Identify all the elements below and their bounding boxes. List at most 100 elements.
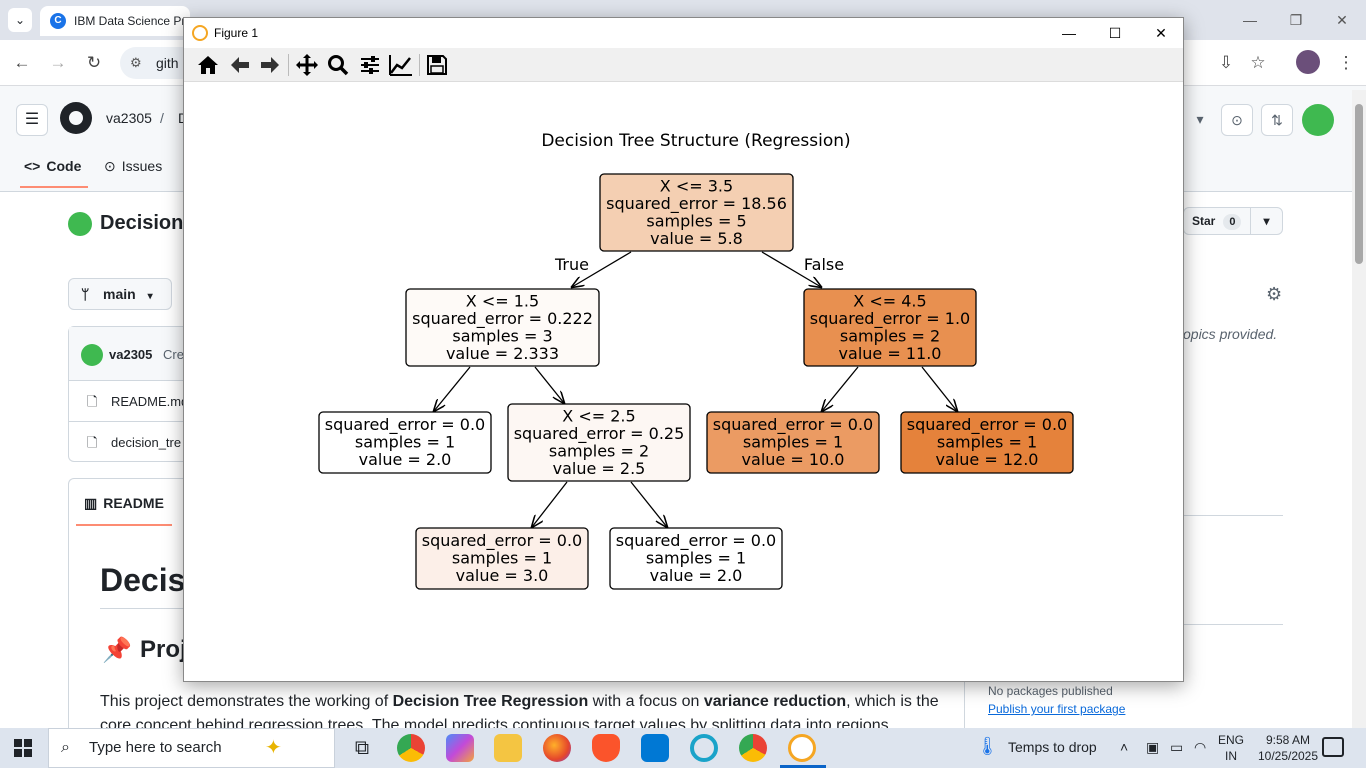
branch-selector[interactable]: ᛘ main ▾	[68, 278, 172, 310]
star-button[interactable]: Star 0 ▾	[1183, 207, 1283, 235]
figure-titlebar[interactable]: Figure 1 — ☐ ✕	[184, 18, 1183, 48]
tab-issues[interactable]: ⊙ Issues	[104, 158, 162, 175]
browser-minimize-icon[interactable]: —	[1240, 10, 1260, 30]
commit-message[interactable]: Cre	[163, 347, 184, 362]
back-arrow-icon[interactable]	[226, 52, 254, 78]
tree-node-line: value = 12.0	[936, 450, 1039, 469]
tree-edge	[434, 366, 471, 411]
readme-tab[interactable]: ▥ README	[84, 495, 164, 512]
matplotlib-app-icon[interactable]	[788, 734, 816, 762]
tree-node-right: X <= 4.5squared_error = 1.0samples = 2va…	[803, 288, 977, 367]
weather-thermometer-icon: 🌡	[976, 736, 999, 756]
zoom-icon[interactable]	[324, 52, 352, 78]
issues-circle-icon[interactable]: ⊙	[1221, 104, 1253, 136]
configure-subplots-icon[interactable]	[356, 52, 384, 78]
tree-node-line: value = 2.333	[446, 344, 559, 363]
vscode-icon[interactable]	[641, 734, 669, 762]
tree-node-line: samples = 1	[743, 433, 843, 452]
taskbar-clock[interactable]: 9:58 AM 10/25/2025	[1250, 732, 1326, 764]
browser-back-icon[interactable]: ←	[10, 51, 34, 75]
figure-maximize-icon[interactable]: ☐	[1092, 22, 1138, 44]
tray-chevron-icon[interactable]: ˄	[1120, 739, 1128, 755]
input-language[interactable]: ENG IN	[1218, 732, 1244, 764]
dropdown-caret-icon[interactable]: ▾	[1186, 104, 1214, 136]
chrome-profile-icon[interactable]	[739, 734, 767, 762]
forward-arrow-icon[interactable]	[256, 52, 284, 78]
file-explorer-icon[interactable]	[494, 734, 522, 762]
tree-node-line: value = 5.8	[650, 229, 743, 248]
readme-tab-indicator	[76, 524, 172, 526]
readme-text-part: with a focus on	[588, 693, 704, 710]
browser-close-icon[interactable]: ✕	[1332, 10, 1352, 30]
save-icon[interactable]	[423, 52, 451, 78]
repo-owner-avatar	[68, 212, 92, 236]
commit-author[interactable]: va2305	[109, 347, 152, 362]
site-info-icon[interactable]: ⚙	[130, 47, 142, 79]
readme-heading: Decisi	[100, 562, 195, 598]
tray-device-icon[interactable]: ▣	[1146, 739, 1159, 756]
file-readme-link[interactable]: README.md	[111, 394, 188, 409]
pan-icon[interactable]	[293, 52, 321, 78]
weather-text[interactable]: Temps to drop	[1008, 739, 1097, 755]
tree-node-line: X <= 3.5	[660, 176, 733, 195]
wifi-icon[interactable]: ◠	[1194, 739, 1206, 756]
tab-search-chevron-icon[interactable]: ⌄	[8, 8, 32, 32]
pull-requests-icon[interactable]: ⇅	[1261, 104, 1293, 136]
scrollbar-thumb[interactable]	[1355, 104, 1363, 264]
settings-gear-icon[interactable]: ⚙	[1266, 284, 1282, 305]
about-description: opics provided.	[1183, 326, 1278, 342]
install-app-icon[interactable]: ⇩	[1214, 51, 1238, 75]
file-script-link[interactable]: decision_tre	[111, 435, 181, 450]
search-icon: ⌕	[61, 739, 70, 756]
file-browser: va2305 Cre 🗋 README.md 🗋 decision_tre	[68, 326, 199, 462]
browser-reload-icon[interactable]: ↻	[82, 51, 106, 75]
edge-label-true: True	[554, 255, 589, 274]
browser-menu-icon[interactable]: ⋮	[1334, 51, 1358, 75]
profile-avatar[interactable]	[1296, 50, 1320, 74]
tree-node-ll: squared_error = 0.0samples = 1value = 2.…	[318, 411, 492, 474]
taskbar-search-box[interactable]: ⌕ Type here to search ✦	[48, 728, 335, 768]
tree-node-line: samples = 1	[646, 549, 746, 568]
notification-center-icon[interactable]	[1322, 737, 1344, 757]
tree-node-line: X <= 4.5	[853, 291, 926, 310]
tree-node-line: X <= 2.5	[562, 406, 635, 425]
task-view-icon[interactable]: ⧉	[348, 734, 376, 762]
publish-package-link[interactable]: Publish your first package	[988, 702, 1125, 716]
tab-code[interactable]: <> Code	[24, 158, 81, 174]
star-dropdown-icon[interactable]: ▾	[1250, 208, 1282, 234]
issues-icon: ⊙	[104, 158, 116, 174]
browser-forward-icon[interactable]: →	[46, 51, 70, 75]
tree-node-line: samples = 2	[549, 441, 649, 460]
edge-icon[interactable]	[690, 734, 718, 762]
book-icon: ▥	[84, 495, 98, 511]
github-logo-icon[interactable]	[60, 102, 92, 134]
battery-icon[interactable]: ▭	[1170, 739, 1183, 756]
brave-icon[interactable]	[592, 734, 620, 762]
edit-axis-icon[interactable]	[387, 52, 415, 78]
packages-text: No packages published	[988, 684, 1113, 698]
bookmark-star-icon[interactable]: ☆	[1246, 51, 1270, 75]
figure-title: Figure 1	[214, 26, 259, 40]
browser-tab-active[interactable]: C IBM Data Science Pro	[40, 6, 190, 36]
tree-edge	[921, 366, 957, 411]
windows-start-icon[interactable]	[14, 739, 32, 757]
repo-title[interactable]: DecisionT	[100, 212, 196, 235]
repo-owner-link[interactable]: va2305	[106, 110, 152, 126]
figure-canvas[interactable]: Decision Tree Structure (Regression) Tru…	[184, 82, 1183, 681]
copilot-icon[interactable]	[446, 734, 474, 762]
browser-restore-icon[interactable]: ❐	[1286, 10, 1306, 30]
page-scrollbar[interactable]	[1352, 90, 1366, 728]
file-icon: 🗋	[87, 394, 98, 409]
tree-node-line: samples = 1	[452, 549, 552, 568]
readme-bold-text: Decision Tree Regression	[392, 693, 589, 710]
hamburger-menu-icon[interactable]: ☰	[16, 104, 48, 136]
figure-close-icon[interactable]: ✕	[1138, 22, 1184, 44]
user-avatar[interactable]	[1302, 104, 1334, 136]
chrome-icon[interactable]	[397, 734, 425, 762]
tree-node-lr: X <= 2.5squared_error = 0.25samples = 2v…	[507, 403, 691, 482]
taskbar: ⌕ Type here to search ✦ ⧉ 🌡 Temps to dro…	[0, 728, 1366, 768]
figure-minimize-icon[interactable]: —	[1046, 22, 1092, 44]
home-icon[interactable]	[194, 52, 222, 78]
firefox-icon[interactable]	[543, 734, 571, 762]
tree-node-left: X <= 1.5squared_error = 0.222samples = 3…	[405, 288, 600, 367]
